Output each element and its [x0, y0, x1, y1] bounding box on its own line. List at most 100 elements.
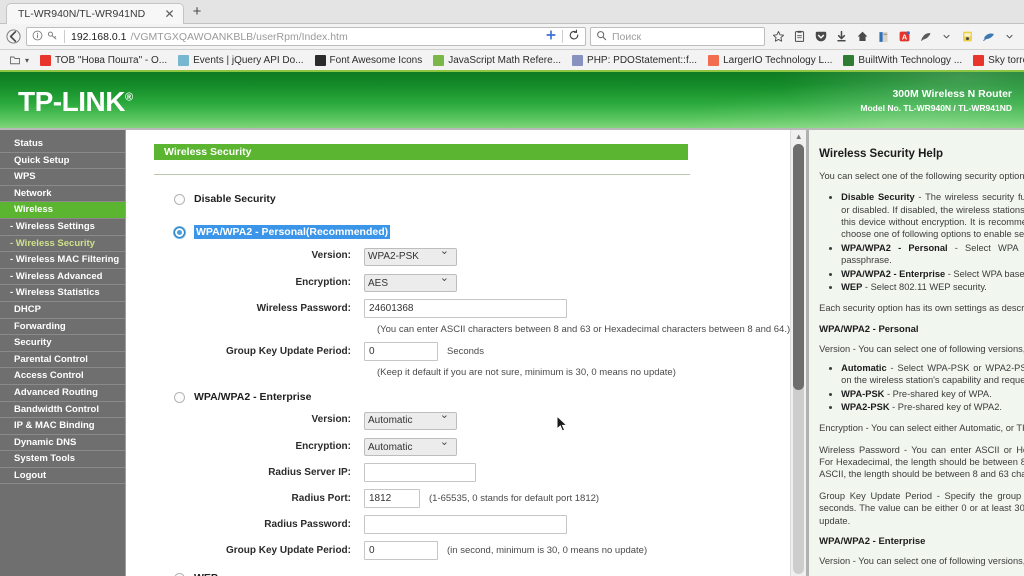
home-icon[interactable] [853, 27, 872, 46]
sidebar-item-wireless-settings[interactable]: - Wireless Settings [0, 218, 125, 236]
sidebar-item-advanced-routing[interactable]: Advanced Routing [0, 384, 125, 402]
sidebar-item-wps[interactable]: WPS [0, 169, 125, 186]
input-radius-port[interactable] [364, 489, 420, 508]
radio-wpa-personal[interactable] [174, 226, 185, 238]
feather-extension-icon[interactable] [916, 27, 935, 46]
sidebar-item-forwarding[interactable]: Forwarding [0, 318, 125, 336]
sidebar-item-wireless-security[interactable]: - Wireless Security [0, 235, 125, 253]
bookmark-favicon [433, 54, 445, 66]
bookmark-item[interactable]: Events | jQuery API Do... [174, 54, 307, 67]
sidebar-item-wireless-statistics[interactable]: - Wireless Statistics [0, 285, 125, 302]
sidebar-item-wireless[interactable]: Wireless [0, 202, 125, 219]
adblock-extension-icon[interactable]: A [895, 27, 914, 46]
input-enterprise-gkup[interactable] [364, 541, 438, 560]
search-icon [596, 30, 607, 44]
field-wireless-password: Wireless Password: [152, 299, 790, 318]
help-group-key: Group Key Update Period - Specify the gr… [819, 490, 1024, 526]
select-enterprise-encryption[interactable]: Automatic [364, 438, 457, 456]
bookmark-item[interactable]: JavaScript Math Refere... [429, 54, 565, 67]
radio-disable-security[interactable] [174, 193, 185, 205]
sidebar-item-ip-mac-binding[interactable]: IP & MAC Binding [0, 418, 125, 435]
reload-icon[interactable] [568, 29, 580, 44]
sidebar-item-dynamic-dns[interactable]: Dynamic DNS [0, 434, 125, 452]
download-arrow-icon[interactable] [832, 27, 851, 46]
help-personal-heading: WPA/WPA2 - Personal [819, 323, 919, 335]
bookmark-label: PHP: PDOStatement::f... [587, 54, 698, 66]
select-personal-version[interactable]: WPA2-PSK [364, 247, 457, 266]
sidebar-item-security[interactable]: Security [0, 335, 125, 352]
bookmark-label: LargerIO Technology L... [723, 54, 833, 66]
help-options-list: Disable Security - The wireless security… [819, 191, 1024, 293]
chevron-down-icon[interactable] [937, 27, 956, 46]
option-wpa-personal[interactable]: WPA/WPA2 - Personal(Recommended) [152, 225, 790, 239]
radio-wep[interactable] [174, 572, 185, 576]
lastpass-extension-icon[interactable] [958, 27, 977, 46]
content-scrollbar[interactable]: ▲ [790, 130, 807, 576]
input-personal-gkup[interactable] [364, 342, 438, 361]
bookmark-item[interactable]: PHP: PDOStatement::f... [568, 54, 701, 67]
url-path: /VGMTGXQAWOANKBLB/userRpm/Index.htm [130, 30, 348, 43]
radio-wpa-enterprise[interactable] [174, 391, 185, 403]
sidebar-item-dhcp[interactable]: DHCP [0, 301, 125, 319]
sidebar-item-logout[interactable]: Logout [0, 467, 125, 485]
field-radius-password: Radius Password: [152, 515, 790, 534]
close-icon[interactable]: ✕ [163, 8, 176, 21]
bookmark-item[interactable]: Sky torrents a Privacy f... [969, 54, 1024, 67]
help-intro: You can select one of the following secu… [819, 171, 1024, 181]
search-input[interactable]: Поиск [590, 27, 765, 46]
sidebar-item-parental-control[interactable]: Parental Control [0, 351, 125, 369]
help-each-option: Each security option has its own setting… [819, 303, 1024, 314]
input-wireless-password[interactable] [364, 299, 567, 318]
option-wep[interactable]: WEP [152, 572, 790, 576]
pocket-icon[interactable] [811, 27, 830, 46]
field-radius-port: Radius Port: (1-65535, 0 stands for defa… [152, 489, 790, 508]
sidebar-item-status[interactable]: Status [0, 136, 125, 153]
bookmark-label: JavaScript Math Refere... [448, 54, 562, 66]
sidebar-item-system-tools[interactable]: System Tools [0, 451, 125, 468]
scrollbar-thumb[interactable] [793, 144, 805, 390]
sidebar-item-quick-setup[interactable]: Quick Setup [0, 152, 125, 170]
help-version-intro: Version - You can select one of followin… [819, 343, 1024, 354]
search-placeholder: Поиск [612, 30, 642, 43]
bookmark-favicon [178, 54, 190, 66]
option-wpa-enterprise[interactable]: WPA/WPA2 - Enterprise [152, 391, 790, 403]
option-disable-security[interactable]: Disable Security [152, 193, 790, 205]
select-enterprise-version[interactable]: Automatic [364, 411, 457, 430]
plus-icon[interactable] [545, 29, 557, 44]
router-model-number: Model No. TL-WR940N / TL-WR941ND [860, 103, 1012, 114]
help-panel: Wireless Security Help You can select on… [806, 130, 1024, 576]
bookmark-item[interactable]: Font Awesome Icons [311, 54, 427, 67]
sidebar-item-access-control[interactable]: Access Control [0, 368, 125, 385]
help-version-item: WPA2-PSK - Pre-shared key of WPA2. [841, 401, 1024, 413]
page-info-icon[interactable] [32, 30, 43, 44]
bird-extension-icon[interactable] [979, 27, 998, 46]
library-icon[interactable] [790, 27, 809, 46]
bookmark-item[interactable]: BuiltWith Technology ... [839, 54, 966, 67]
bookmark-favicon [708, 54, 720, 66]
address-bar[interactable]: 192.168.0.1 /VGMTGXQAWOANKBLB/userRpm/In… [26, 27, 586, 46]
bookmark-item[interactable]: LargerIO Technology L... [704, 54, 836, 67]
browser-tab[interactable]: TL-WR940N/TL-WR941ND ✕ [6, 3, 184, 24]
sidebar-item-bandwidth-control[interactable]: Bandwidth Control [0, 401, 125, 419]
note-radius-port: (1-65535, 0 stands for default port 1812… [429, 493, 600, 504]
select-personal-encryption[interactable]: AES [364, 274, 457, 292]
url-host: 192.168.0.1 [71, 30, 127, 43]
bookmark-label: Font Awesome Icons [329, 54, 423, 66]
scroll-up-arrow-icon[interactable]: ▲ [791, 130, 806, 143]
chevron-down-icon-2[interactable] [1000, 27, 1019, 46]
help-option-item: Disable Security - The wireless security… [841, 191, 1024, 240]
help-option-item: WEP - Select 802.11 WEP security. [841, 281, 1024, 293]
input-radius-password[interactable] [364, 515, 567, 534]
field-personal-gkup: Group Key Update Period: Seconds [152, 342, 790, 361]
input-radius-server-ip[interactable] [364, 463, 476, 482]
bookmark-item[interactable]: ТОВ "Нова Пошта" - О... [36, 54, 171, 67]
bookmark-folder-icon[interactable]: ▾ [5, 53, 33, 67]
sidebar-item-wireless-mac-filtering[interactable]: - Wireless MAC Filtering [0, 252, 125, 269]
sidebar-item-network[interactable]: Network [0, 185, 125, 203]
sidebar-item-wireless-advanced[interactable]: - Wireless Advanced [0, 268, 125, 286]
library-extension-icon[interactable] [874, 27, 893, 46]
new-tab-button[interactable]: + [184, 2, 210, 23]
saved-login-key-icon[interactable] [47, 30, 58, 44]
star-icon[interactable] [769, 27, 788, 46]
back-arrow-icon[interactable] [5, 28, 22, 45]
